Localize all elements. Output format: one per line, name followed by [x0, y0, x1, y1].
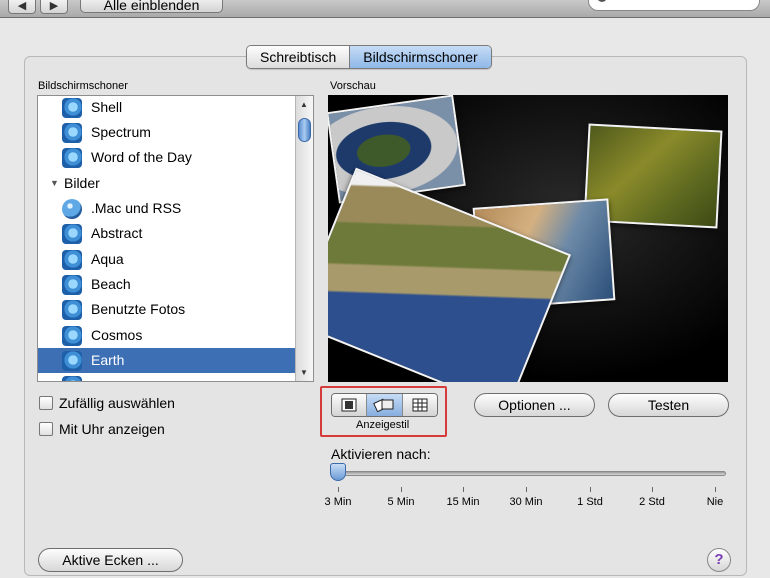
list-item[interactable]: Cosmos [38, 323, 296, 348]
test-button[interactable]: Testen [608, 393, 729, 417]
list-title: Bildschirmschoner [38, 80, 128, 92]
random-checkbox-row[interactable]: Zufällig auswählen [39, 394, 175, 412]
list-item[interactable]: Shell [38, 96, 296, 120]
search-input[interactable] [588, 0, 760, 11]
clock-checkbox[interactable] [39, 422, 53, 436]
slider-tick [715, 487, 716, 492]
display-style-segmented[interactable] [331, 393, 438, 417]
slider-tick-label: 2 Std [639, 496, 665, 508]
list-item-selected[interactable]: Earth [38, 348, 296, 373]
list-item[interactable]: Beach [38, 272, 296, 297]
list-item[interactable]: Benutzte Fotos [38, 297, 296, 322]
activate-after-label: Aktivieren nach: [331, 446, 431, 462]
slideshow-icon[interactable] [332, 394, 368, 416]
show-all-button[interactable]: Alle einblenden [80, 0, 223, 13]
list-item[interactable] [38, 373, 296, 381]
slider-tick-label: 15 Min [446, 496, 480, 508]
collage-icon[interactable] [367, 394, 403, 416]
options-button[interactable]: Optionen ... [474, 393, 595, 417]
screensaver-icon [62, 98, 82, 118]
preview-area [328, 95, 728, 382]
list-group-bilder[interactable]: ▼ Bilder [38, 171, 296, 196]
slider-tick-label: 1 Std [577, 496, 603, 508]
scroll-thumb[interactable] [298, 118, 311, 142]
slider-tick-label: 30 Min [509, 496, 543, 508]
search-icon [597, 0, 607, 2]
slider-tick-label: 5 Min [387, 496, 415, 508]
forward-arrow-icon: ▶ [49, 0, 59, 12]
screensaver-icon [62, 123, 82, 143]
mosaic-icon[interactable] [402, 394, 437, 416]
window-toolbar: ◀ ▶ Alle einblenden [0, 0, 770, 18]
preview-title: Vorschau [330, 80, 376, 92]
screensaver-icon [62, 275, 82, 295]
forward-button[interactable]: ▶ [40, 0, 68, 14]
tab-screensaver[interactable]: Bildschirmschoner [349, 46, 491, 68]
screensaver-icon [62, 148, 82, 168]
slider-tick [338, 487, 339, 492]
slider-tick [526, 487, 527, 492]
screensaver-icon [62, 250, 82, 270]
screensaver-icon [62, 326, 82, 346]
list-item[interactable]: Spectrum [38, 120, 296, 145]
list-item[interactable]: Abstract [38, 221, 296, 246]
hot-corners-button[interactable]: Aktive Ecken ... [38, 548, 183, 572]
globe-icon [62, 199, 82, 219]
slider-tick [652, 487, 653, 492]
slider-tick-label: 3 Min [324, 496, 352, 508]
screensaver-icon [62, 300, 82, 320]
slider-tick [401, 487, 402, 492]
disclosure-triangle-icon[interactable]: ▼ [50, 171, 59, 196]
screensaver-icon [62, 376, 82, 381]
random-checkbox[interactable] [39, 396, 53, 410]
slider-tick [590, 487, 591, 492]
clock-checkbox-row[interactable]: Mit Uhr anzeigen [39, 420, 165, 438]
back-button[interactable]: ◀ [8, 0, 36, 14]
scroll-up-icon[interactable]: ▲ [300, 100, 308, 109]
list-scrollbar[interactable]: ▲ ▼ [295, 96, 313, 381]
activate-slider-knob[interactable] [330, 463, 346, 481]
slider-tick-label: Nie [706, 496, 724, 508]
tab-desktop[interactable]: Schreibtisch [247, 46, 350, 68]
screensaver-list[interactable]: Shell Spectrum Word of the Day ▼ Bilder … [37, 95, 314, 382]
list-item[interactable]: Word of the Day [38, 145, 296, 170]
clock-checkbox-label: Mit Uhr anzeigen [59, 421, 165, 437]
screensaver-icon [62, 351, 82, 371]
scroll-down-icon[interactable]: ▼ [300, 368, 308, 377]
display-style-label: Anzeigestil [356, 419, 410, 431]
satellite-photo [328, 167, 572, 382]
help-icon[interactable]: ? [707, 548, 731, 572]
activate-slider-track[interactable] [337, 471, 726, 476]
tab-bar: Schreibtisch Bildschirmschoner [246, 45, 492, 69]
list-item[interactable]: .Mac und RSS [38, 196, 296, 221]
back-arrow-icon: ◀ [17, 0, 27, 12]
slider-tick [463, 487, 464, 492]
screensaver-icon [62, 224, 82, 244]
random-checkbox-label: Zufällig auswählen [59, 395, 175, 411]
list-item[interactable]: Aqua [38, 247, 296, 272]
